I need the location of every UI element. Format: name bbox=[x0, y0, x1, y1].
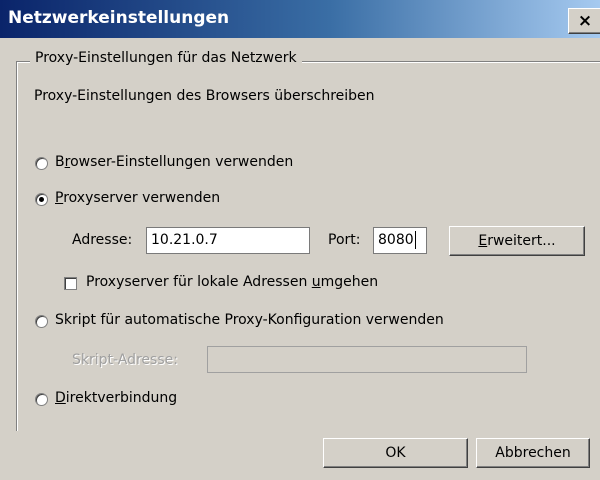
radio-direct-connection-label-rest: irektverbindung bbox=[65, 390, 178, 406]
bypass-local-label-start: Proxyserver für lokale Adressen bbox=[86, 274, 312, 290]
script-address-input[interactable] bbox=[207, 346, 527, 373]
radio-direct-connection[interactable] bbox=[35, 393, 48, 406]
address-input[interactable]: 10.21.0.7 bbox=[146, 227, 310, 254]
advanced-button[interactable]: Erweitert... bbox=[449, 226, 585, 256]
address-value: 10.21.0.7 bbox=[151, 232, 218, 248]
group-legend: Proxy-Einstellungen für das Netzwerk bbox=[30, 50, 302, 66]
radio-proxy-server-label-rest: roxyserver verwenden bbox=[63, 190, 221, 206]
close-icon: × bbox=[577, 10, 593, 31]
bypass-local-access-key: u bbox=[311, 274, 321, 290]
radio-direct-connection-label[interactable]: Direktverbindung bbox=[55, 390, 177, 406]
address-label: Adresse: bbox=[72, 232, 133, 248]
radio-proxy-server-access-key: P bbox=[55, 190, 64, 206]
bypass-local-checkbox[interactable] bbox=[64, 277, 77, 290]
radio-auto-config-script-label[interactable]: Skript für automatische Proxy-Konfigurat… bbox=[55, 312, 444, 328]
port-value: 8080 bbox=[378, 232, 414, 248]
override-description: Proxy-Einstellungen des Browsers übersch… bbox=[34, 88, 375, 104]
text-caret bbox=[414, 231, 416, 249]
radio-direct-connection-access-key: D bbox=[55, 390, 66, 406]
advanced-button-access-key: E bbox=[478, 233, 488, 249]
radio-browser-settings-label[interactable]: Browser-Einstellungen verwenden bbox=[55, 154, 293, 170]
radio-auto-config-script[interactable] bbox=[35, 315, 48, 328]
bypass-local-label-rest: mgehen bbox=[320, 274, 379, 290]
cancel-button[interactable]: Abbrechen bbox=[476, 438, 590, 468]
ok-button[interactable]: OK bbox=[323, 438, 468, 468]
close-button[interactable]: × bbox=[568, 8, 600, 34]
cancel-button-label: Abbrechen bbox=[495, 445, 571, 461]
radio-browser-settings[interactable] bbox=[35, 157, 48, 170]
radio-proxy-server[interactable] bbox=[35, 193, 48, 206]
title-bar: Netzwerkeinstellungen × bbox=[0, 0, 600, 38]
script-address-label: Skript-Adresse: bbox=[72, 352, 178, 368]
radio-proxy-server-label[interactable]: Proxyserver verwenden bbox=[55, 190, 220, 206]
radio-browser-settings-label-rest: owser-Einstellungen verwenden bbox=[70, 154, 294, 170]
port-input[interactable]: 8080 bbox=[373, 227, 427, 254]
advanced-button-label: rweitert... bbox=[487, 233, 556, 249]
ok-button-label: OK bbox=[385, 445, 406, 461]
port-label: Port: bbox=[328, 232, 361, 248]
radio-selected-dot bbox=[39, 197, 44, 202]
window-title: Netzwerkeinstellungen bbox=[8, 8, 230, 28]
bypass-local-label[interactable]: Proxyserver für lokale Adressen umgehen bbox=[86, 274, 378, 290]
radio-browser-settings-label-start: B bbox=[55, 154, 65, 170]
